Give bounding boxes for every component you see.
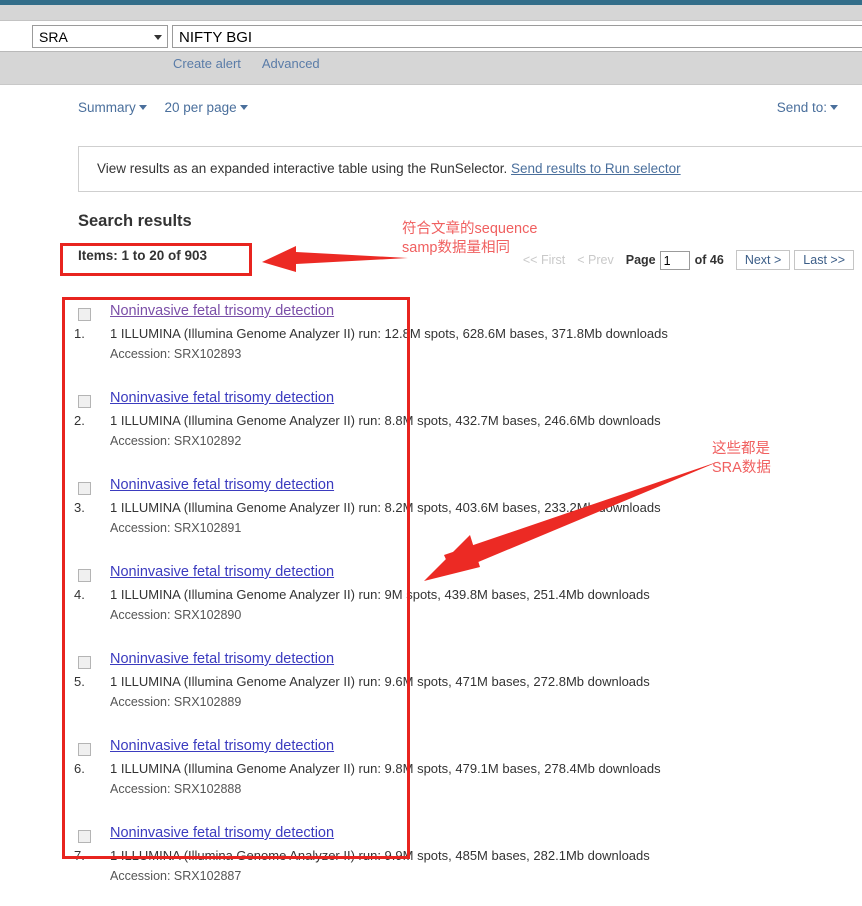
page-title: Search results bbox=[78, 212, 192, 230]
search-input[interactable]: NIFTY BGI bbox=[172, 25, 862, 48]
result-checkbox[interactable] bbox=[78, 395, 91, 408]
result-accession: Accession: SRX102890 bbox=[110, 608, 242, 622]
display-format-dropdown[interactable]: Summary bbox=[78, 100, 147, 115]
result-accession: Accession: SRX102893 bbox=[110, 347, 242, 361]
result-index: 6. bbox=[74, 761, 85, 776]
result-title-link[interactable]: Noninvasive fetal trisomy detection bbox=[110, 303, 334, 319]
results-list: 1. Noninvasive fetal trisomy detection 1 I… bbox=[0, 297, 862, 906]
annotation-note-2-line-1: 这些都是 bbox=[712, 441, 770, 457]
result-index: 5. bbox=[74, 674, 85, 689]
pagination: << First< PrevPageof 46Next >Last >> bbox=[523, 250, 854, 271]
result-index: 1. bbox=[74, 326, 85, 341]
results-toolbar-right: Send to: bbox=[777, 100, 852, 115]
result-title-link[interactable]: Noninvasive fetal trisomy detection bbox=[110, 825, 334, 841]
result-index: 2. bbox=[74, 413, 85, 428]
list-item: 1. Noninvasive fetal trisomy detection 1 I… bbox=[0, 297, 862, 384]
result-accession: Accession: SRX102888 bbox=[110, 782, 242, 796]
results-toolbar-left: Summary 20 per page bbox=[78, 100, 262, 115]
result-description: 1 ILLUMINA (Illumina Genome Analyzer II)… bbox=[110, 326, 668, 341]
create-alert-link[interactable]: Create alert bbox=[173, 56, 241, 71]
result-title-link[interactable]: Noninvasive fetal trisomy detection bbox=[110, 738, 334, 754]
send-to-dropdown[interactable]: Send to: bbox=[777, 100, 838, 115]
result-checkbox[interactable] bbox=[78, 482, 91, 495]
result-checkbox[interactable] bbox=[78, 656, 91, 669]
display-format-label: Summary bbox=[78, 100, 136, 115]
page-label: Page bbox=[625, 253, 656, 267]
per-page-label: 20 per page bbox=[164, 100, 237, 115]
result-title-link[interactable]: Noninvasive fetal trisomy detection bbox=[110, 390, 334, 406]
result-index: 3. bbox=[74, 500, 85, 515]
chevron-down-icon bbox=[154, 35, 162, 40]
chevron-down-icon bbox=[138, 105, 147, 110]
runselector-notice-text: View results as an expanded interactive … bbox=[97, 161, 508, 176]
list-item: 3. Noninvasive fetal trisomy detection 1 I… bbox=[0, 471, 862, 558]
annotation-note-1: 符合文章的sequence samp数据量相同 bbox=[402, 220, 537, 258]
result-description: 1 ILLUMINA (Illumina Genome Analyzer II)… bbox=[110, 587, 650, 602]
chevron-down-icon bbox=[830, 105, 838, 110]
advanced-search-link[interactable]: Advanced bbox=[262, 56, 320, 71]
last-page-button[interactable]: Last >> bbox=[794, 250, 854, 270]
result-accession: Accession: SRX102891 bbox=[110, 521, 242, 535]
chevron-down-icon bbox=[239, 105, 248, 110]
annotation-note-1-line-1: 符合文章的sequence bbox=[402, 221, 538, 237]
result-description: 1 ILLUMINA (Illumina Genome Analyzer II)… bbox=[110, 761, 661, 776]
result-checkbox[interactable] bbox=[78, 308, 91, 321]
page-number-input[interactable] bbox=[659, 251, 690, 271]
result-description: 1 ILLUMINA (Illumina Genome Analyzer II)… bbox=[110, 500, 661, 515]
list-item: 4. Noninvasive fetal trisomy detection 1 I… bbox=[0, 558, 862, 645]
runselector-notice: View results as an expanded interactive … bbox=[78, 146, 862, 192]
result-accession: Accession: SRX102889 bbox=[110, 695, 242, 709]
annotation-arrow-1 bbox=[262, 246, 408, 272]
list-item: 7. Noninvasive fetal trisomy detection 1 I… bbox=[0, 819, 862, 906]
annotation-note-2: 这些都是 SRA数据 bbox=[712, 440, 771, 478]
page-total-label: of 46 bbox=[694, 253, 724, 267]
prev-page-button: < Prev bbox=[577, 253, 614, 267]
send-to-label: Send to: bbox=[776, 100, 827, 115]
annotation-note-2-line-2: SRA数据 bbox=[712, 460, 771, 476]
result-checkbox[interactable] bbox=[78, 569, 91, 582]
result-checkbox[interactable] bbox=[78, 830, 91, 843]
result-description: 1 ILLUMINA (Illumina Genome Analyzer II)… bbox=[110, 674, 650, 689]
annotation-note-1-line-2: samp数据量相同 bbox=[402, 240, 510, 256]
result-accession: Accession: SRX102887 bbox=[110, 869, 242, 883]
search-band-divider bbox=[0, 84, 862, 85]
result-index: 7. bbox=[74, 848, 85, 863]
result-description: 1 ILLUMINA (Illumina Genome Analyzer II)… bbox=[110, 413, 661, 428]
result-title-link[interactable]: Noninvasive fetal trisomy detection bbox=[110, 477, 334, 493]
next-page-button[interactable]: Next > bbox=[735, 250, 791, 270]
result-title-link[interactable]: Noninvasive fetal trisomy detection bbox=[110, 564, 334, 580]
search-band-top bbox=[0, 5, 862, 21]
page-root: SRA NIFTY BGI Create alert Advanced Summ… bbox=[0, 0, 862, 906]
result-title-link[interactable]: Noninvasive fetal trisomy detection bbox=[110, 651, 334, 667]
per-page-dropdown[interactable]: 20 per page bbox=[165, 100, 248, 115]
items-count: Items: 1 to 20 of 903 bbox=[78, 248, 208, 263]
send-to-run-selector-link[interactable]: Send results to Run selector bbox=[511, 161, 681, 176]
result-description: 1 ILLUMINA (Illumina Genome Analyzer II)… bbox=[110, 848, 650, 863]
search-input-value: NIFTY BGI bbox=[179, 29, 253, 46]
search-band-bottom bbox=[0, 51, 862, 84]
database-select-value: SRA bbox=[39, 29, 68, 45]
results-toolbar: Summary 20 per page Send to: bbox=[0, 100, 862, 126]
result-accession: Accession: SRX102892 bbox=[110, 434, 242, 448]
list-item: 5. Noninvasive fetal trisomy detection 1 I… bbox=[0, 645, 862, 732]
list-item: 6. Noninvasive fetal trisomy detection 1 I… bbox=[0, 732, 862, 819]
database-select[interactable]: SRA bbox=[32, 25, 168, 48]
result-index: 4. bbox=[74, 587, 85, 602]
search-sublinks: Create alert Advanced bbox=[173, 56, 338, 71]
result-checkbox[interactable] bbox=[78, 743, 91, 756]
